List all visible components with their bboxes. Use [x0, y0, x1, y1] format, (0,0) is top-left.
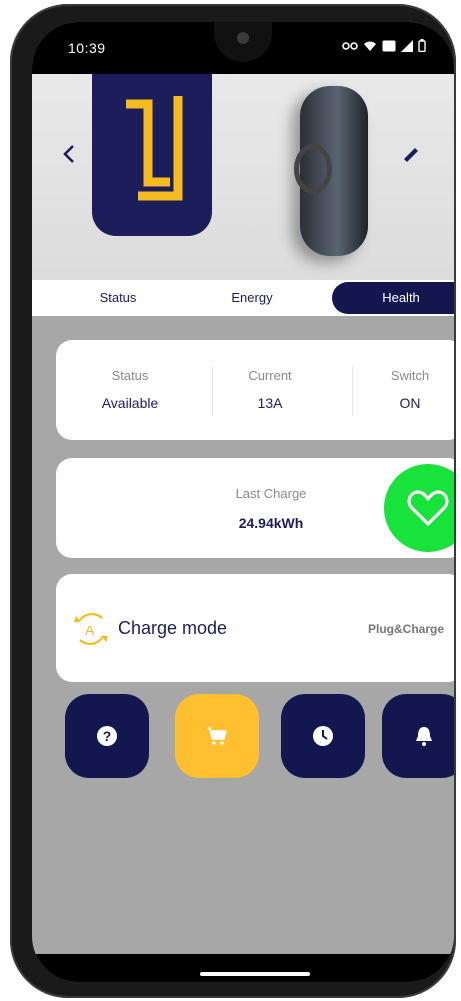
- status-card: Status Available Current 13A Switch ON: [56, 340, 454, 440]
- notifications-button[interactable]: [382, 694, 454, 778]
- edit-button[interactable]: [402, 146, 420, 167]
- tab-status[interactable]: Status: [68, 280, 168, 316]
- last-charge-value: 24.94kWh: [238, 515, 304, 531]
- bell-icon: [416, 727, 432, 746]
- cart-button[interactable]: [175, 694, 259, 778]
- stat-value: Available: [101, 395, 159, 411]
- clock-icon: [313, 726, 333, 746]
- status-time: 10:39: [68, 40, 106, 56]
- svg-text:A: A: [85, 622, 95, 638]
- tab-bar: Status Energy Health: [32, 280, 454, 316]
- last-charge: Last Charge 24.94kWh: [196, 486, 346, 531]
- key-icon: [342, 41, 358, 50]
- signal-icon: [401, 39, 413, 52]
- phone-frame: 10:39 Status Energy Health Status Availa…: [10, 4, 456, 998]
- tab-energy[interactable]: Energy: [202, 280, 302, 316]
- back-button[interactable]: [62, 144, 76, 170]
- battery-icon: [418, 39, 426, 52]
- charge-mode-value: Plug&Charge: [367, 622, 444, 636]
- home-indicator[interactable]: [200, 972, 310, 976]
- charge-mode-card[interactable]: A Charge mode Plug&Charge: [56, 574, 454, 682]
- cart-icon: [207, 727, 227, 745]
- status-stat: Status Available: [70, 368, 190, 411]
- phone-screen: 10:39 Status Energy Health Status Availa…: [32, 22, 454, 982]
- health-button[interactable]: [384, 464, 454, 552]
- volte-icon: [382, 40, 396, 51]
- charger-hero: [32, 74, 454, 280]
- auto-rotate-icon: A: [72, 612, 110, 651]
- charge-mode-label: Charge mode: [118, 618, 228, 638]
- tab-health[interactable]: Health: [332, 282, 454, 314]
- charger-image: [294, 86, 368, 256]
- last-charge-label: Last Charge: [235, 486, 307, 501]
- stat-label: Status: [111, 368, 149, 383]
- stat-label: Switch: [390, 368, 430, 383]
- status-bar: 10:39: [32, 22, 454, 74]
- brand-logo: [92, 74, 212, 236]
- status-icons: [342, 39, 426, 52]
- pencil-icon: [404, 148, 418, 162]
- wifi-icon: [364, 41, 376, 51]
- stat-value: ON: [399, 395, 421, 411]
- heart-icon: [407, 490, 449, 526]
- svg-text:?: ?: [103, 728, 112, 744]
- current-stat: Current 13A: [210, 368, 330, 411]
- chevron-left-icon: [63, 145, 74, 163]
- help-button[interactable]: ?: [65, 694, 149, 778]
- question-icon: ?: [97, 726, 117, 746]
- stat-value: 13A: [257, 395, 283, 411]
- camera-cutout: [214, 22, 272, 62]
- system-nav-bar: [32, 954, 454, 982]
- switch-stat: Switch ON: [350, 368, 454, 411]
- stat-label: Current: [248, 368, 292, 383]
- last-charge-card: Last Charge 24.94kWh: [56, 458, 454, 558]
- history-button[interactable]: [281, 694, 365, 778]
